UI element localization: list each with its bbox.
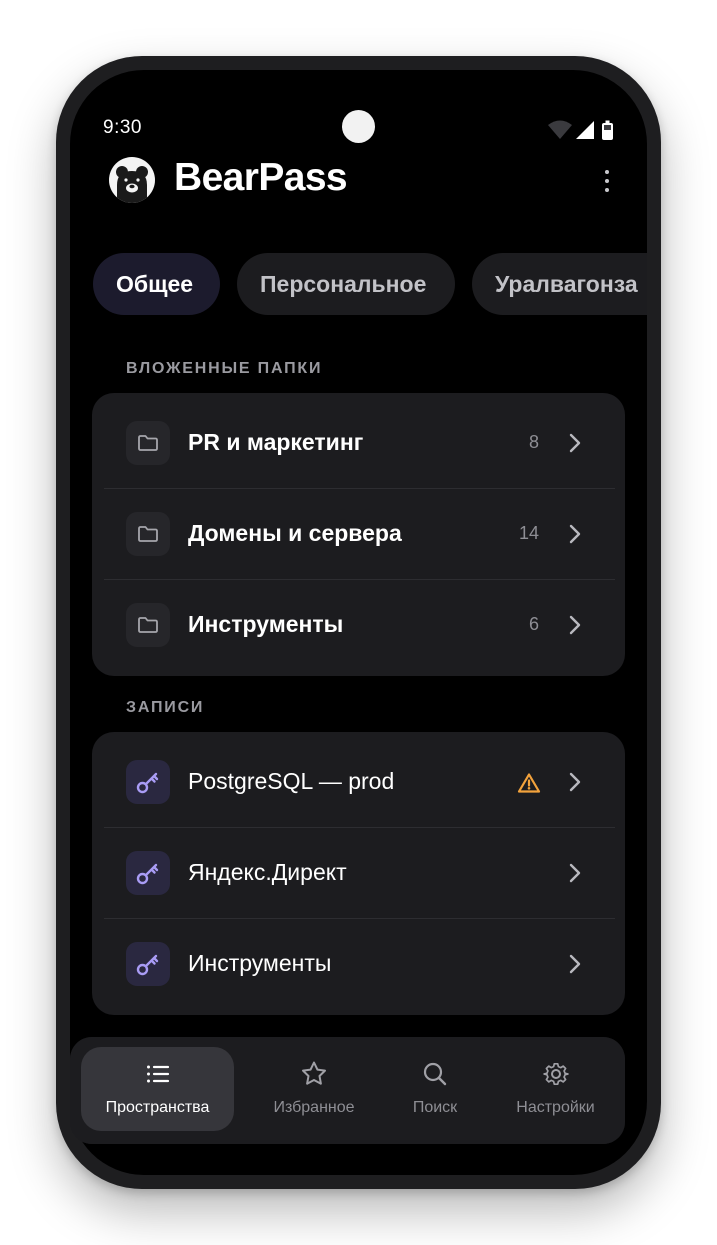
app-title: BearPass (174, 156, 348, 199)
tab-general[interactable]: Общее (93, 253, 220, 315)
folders-section-title: ВЛОЖЕННЫЕ ПАПКИ (126, 360, 323, 377)
key-icon (126, 760, 170, 804)
nav-item-favorites[interactable]: Избранное (253, 1047, 375, 1131)
chevron-right-icon (569, 524, 581, 544)
status-time: 9:30 (103, 117, 142, 138)
folder-count: 6 (528, 614, 539, 634)
gear-icon (542, 1062, 569, 1086)
folder-icon (126, 603, 170, 647)
status-icons (548, 120, 613, 140)
folder-label: Инструменты (188, 611, 344, 637)
record-row[interactable]: Инструменты (92, 918, 625, 1009)
front-camera (342, 110, 375, 143)
list-icon (146, 1065, 169, 1083)
folder-count: 14 (518, 523, 539, 543)
nav-label: Пространства (105, 1099, 210, 1116)
search-icon (423, 1062, 447, 1086)
nav-item-settings[interactable]: Настройки (498, 1047, 613, 1131)
folder-label: PR и маркетинг (188, 429, 364, 455)
folder-row[interactable]: Домены и сервера 14 (92, 488, 625, 579)
nav-label: Избранное (273, 1099, 355, 1116)
folders-card: PR и маркетинг 8 Домены и сервера 14 Инс… (92, 393, 625, 676)
nav-label: Поиск (412, 1099, 458, 1116)
chevron-right-icon (569, 615, 581, 635)
folder-label: Домены и сервера (188, 520, 402, 546)
tab-uralvagonza[interactable]: Уралвагонза (472, 253, 647, 315)
key-icon (126, 851, 170, 895)
folder-row[interactable]: Инструменты 6 (92, 579, 625, 670)
records-section-title: ЗАПИСИ (126, 699, 205, 716)
record-label: PostgreSQL — prod (188, 768, 395, 794)
record-label: Яндекс.Директ (188, 859, 347, 885)
chevron-right-icon (569, 772, 581, 792)
star-icon (302, 1061, 326, 1085)
chevron-right-icon (569, 954, 581, 974)
tab-label: Общее (116, 271, 194, 297)
nav-label: Настройки (516, 1099, 595, 1116)
bottom-nav-bar: Пространства Избранное Поиск Настройки (70, 1037, 625, 1144)
tab-label: Уралвагонза (495, 271, 638, 297)
phone-frame: 9:30 BearPass Общее Персональное Уралваг… (56, 56, 661, 1189)
folder-icon (126, 421, 170, 465)
record-row[interactable]: Яндекс.Директ (92, 827, 625, 918)
record-row[interactable]: PostgreSQL — prod (92, 736, 625, 827)
nav-item-search[interactable]: Поиск (394, 1047, 476, 1131)
records-card: PostgreSQL — prod Яндекс.Директ Инструме… (92, 732, 625, 1015)
signal-icon (576, 121, 594, 139)
folder-count: 8 (528, 432, 539, 452)
wifi-icon (548, 120, 572, 139)
key-icon (126, 942, 170, 986)
chevron-right-icon (569, 433, 581, 453)
nav-item-spaces[interactable]: Пространства (81, 1047, 234, 1131)
record-label: Инструменты (188, 950, 332, 976)
chevron-right-icon (569, 863, 581, 883)
tab-label: Персональное (260, 271, 427, 297)
space-tabs: Общее Персональное Уралвагонза (93, 253, 647, 315)
tab-personal[interactable]: Персональное (237, 253, 455, 315)
warning-icon (517, 773, 541, 793)
more-menu-icon[interactable] (592, 163, 622, 199)
app-screen: 9:30 BearPass Общее Персональное Уралваг… (70, 70, 647, 1175)
bear-logo-icon (109, 157, 155, 203)
folder-row[interactable]: PR и маркетинг 8 (92, 397, 625, 488)
folder-icon (126, 512, 170, 556)
